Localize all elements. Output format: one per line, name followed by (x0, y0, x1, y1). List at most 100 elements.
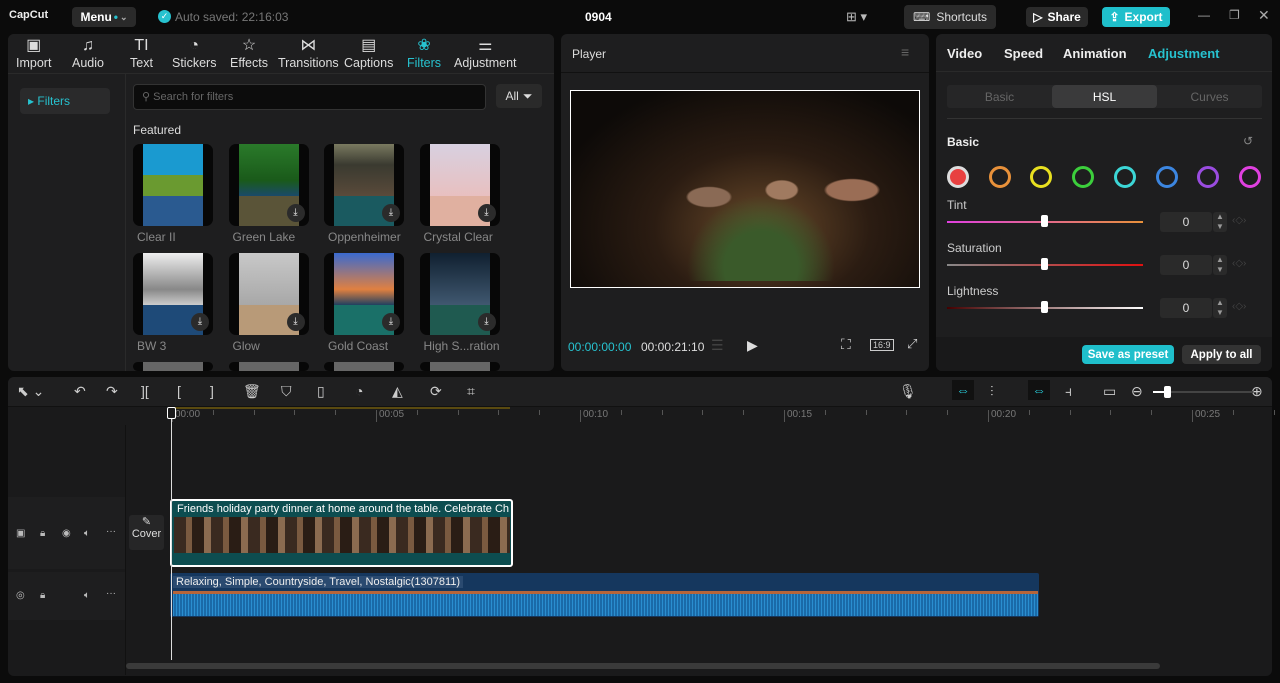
playhead-handle[interactable] (167, 407, 176, 419)
maximize-button[interactable]: ❐ (1229, 8, 1240, 22)
filter-thumbnail[interactable] (419, 362, 500, 371)
rotate-icon[interactable]: ⟳ (430, 383, 442, 400)
waveform-icon[interactable]: ☰ (711, 337, 724, 354)
download-icon[interactable]: ⤓ (382, 204, 400, 222)
filter-thumbnail[interactable]: ⤓ (419, 144, 500, 226)
more-icon[interactable]: ··· (106, 526, 116, 537)
stepper[interactable]: ▲ ▼ (1213, 212, 1227, 232)
hue-swatch[interactable] (1155, 166, 1178, 188)
filter-thumbnail[interactable] (228, 362, 309, 371)
select-icon[interactable]: ⬉ ⌄ (17, 383, 44, 400)
more-icon[interactable]: ··· (106, 588, 116, 599)
delete-icon[interactable]: 🗑︎ (243, 383, 261, 400)
export-button[interactable]: ⇪ Export (1102, 7, 1170, 27)
tab-import[interactable]: ▣ Import (16, 36, 51, 70)
download-icon[interactable]: ⤓ (382, 313, 400, 331)
hue-swatch[interactable] (988, 166, 1011, 188)
filter-all-dropdown[interactable]: All ⏷ (496, 84, 542, 108)
volume-icon[interactable]: 🔈︎ (84, 528, 90, 539)
lightness-value[interactable]: 0 (1160, 298, 1212, 318)
tab-stickers[interactable]: ◔ Stickers (172, 36, 216, 70)
video-preview[interactable] (570, 90, 920, 288)
tab-adjustment[interactable]: Adjustment (1148, 46, 1220, 61)
tab-adjustment[interactable]: ⚌ Adjustment (454, 36, 517, 70)
menu-button[interactable]: Menu • ⌄ (72, 7, 136, 27)
tab-audio[interactable]: ♫ Audio (72, 36, 104, 70)
slider-handle[interactable] (1041, 301, 1048, 313)
crop-icon[interactable]: ⌗ (467, 383, 475, 400)
tab-video[interactable]: Video (947, 46, 982, 61)
subtab-hsl[interactable]: HSL (1052, 85, 1157, 108)
hamburger-menu-icon[interactable]: ≡ (901, 44, 909, 60)
tab-filters[interactable]: ❀ Filters (407, 36, 441, 70)
filter-thumbnail[interactable]: ⤓ (228, 144, 309, 226)
cover-button[interactable]: ✎ Cover (129, 515, 164, 550)
lock-icon[interactable]: 🔒︎ (40, 528, 45, 539)
shortcuts-button[interactable]: ⌨ Shortcuts (904, 5, 996, 29)
download-icon[interactable]: ⤓ (286, 313, 305, 331)
hue-swatch[interactable] (1238, 166, 1261, 188)
tab-speed[interactable]: Speed (1004, 46, 1043, 61)
tab-text[interactable]: TI Text (130, 36, 153, 70)
filter-thumbnail[interactable] (133, 362, 213, 371)
slider-handle[interactable] (1041, 258, 1048, 270)
zoom-fit-icon[interactable]: ⛶ (841, 336, 851, 353)
horizontal-scrollbar[interactable] (126, 663, 1160, 669)
audio-clip[interactable]: Relaxing, Simple, Countryside, Travel, N… (170, 573, 1039, 617)
layout-icon[interactable]: ⊞ ▾ (846, 9, 867, 25)
download-icon[interactable]: ⤓ (477, 204, 496, 222)
keyframe-icon[interactable]: ‹◇› (1232, 258, 1246, 269)
keyframe-icon[interactable]: ‹◇› (1232, 215, 1246, 226)
zoom-out-icon[interactable]: ⊖ (1131, 383, 1143, 400)
filter-thumbnail[interactable]: ⤓ (419, 253, 500, 335)
slider-handle[interactable] (1041, 215, 1048, 227)
share-button[interactable]: ▷ Share (1026, 7, 1088, 27)
hue-swatch[interactable] (1072, 166, 1095, 188)
microphone-icon[interactable]: 🎙︎ (899, 383, 917, 400)
video-clip[interactable]: Friends holiday party dinner at home aro… (170, 499, 513, 567)
tab-captions[interactable]: ▤ Captions (344, 36, 393, 70)
keyframe-icon[interactable]: ‹◇› (1232, 301, 1246, 312)
stepper[interactable]: ▲ ▼ (1213, 298, 1227, 318)
tab-effects[interactable]: ☆ Effects (230, 36, 268, 70)
filter-thumbnail[interactable]: ⤓ (324, 144, 404, 226)
hue-swatch[interactable] (1113, 166, 1136, 188)
speed-icon[interactable]: ◔ (355, 383, 363, 399)
stepper[interactable]: ▲ ▼ (1213, 255, 1227, 275)
reset-icon[interactable]: ↺ (1243, 134, 1253, 148)
volume-icon[interactable]: 🔈︎ (84, 590, 90, 601)
playhead[interactable] (171, 408, 172, 660)
subtab-basic[interactable]: Basic (947, 85, 1052, 108)
filter-thumbnail[interactable] (324, 362, 404, 371)
saturation-value[interactable]: 0 (1160, 255, 1212, 275)
freeze-icon[interactable]: ▯ (317, 383, 325, 400)
tab-animation[interactable]: Animation (1063, 46, 1127, 61)
redo-icon[interactable]: ↷ (106, 383, 118, 400)
minimize-button[interactable]: — (1198, 8, 1210, 22)
filter-thumbnail[interactable] (133, 144, 213, 226)
filter-thumbnail[interactable]: ⤓ (228, 253, 309, 335)
tab-transitions[interactable]: ⋈ Transitions (278, 36, 339, 70)
zoom-slider-handle[interactable] (1164, 386, 1171, 398)
search-input[interactable]: ⚲ Search for filters (133, 84, 486, 110)
marker-icon[interactable]: ⛉ (281, 383, 292, 400)
download-icon[interactable]: ⤓ (477, 313, 496, 331)
tint-value[interactable]: 0 (1160, 212, 1212, 232)
main-track-magnet-icon[interactable]: ⇔ (952, 380, 974, 400)
split-icon[interactable]: ][ (141, 383, 149, 399)
save-as-preset-button[interactable]: Save as preset (1082, 345, 1174, 364)
split-right-icon[interactable]: ] (210, 383, 214, 399)
download-icon[interactable]: ⤓ (286, 204, 305, 222)
filter-thumbnail[interactable]: ⤓ (324, 253, 404, 335)
download-icon[interactable]: ⤓ (191, 313, 209, 331)
play-button[interactable]: ▶ (747, 337, 758, 354)
link-icon[interactable]: ⇔ (1028, 380, 1050, 400)
split-view-icon[interactable]: ⫞ (1065, 383, 1072, 400)
sidebar-item-filters[interactable]: ▸ Filters (20, 88, 110, 114)
undo-icon[interactable]: ↶ (74, 383, 86, 400)
eye-icon[interactable]: ◉ (62, 528, 71, 539)
split-left-icon[interactable]: [ (177, 383, 181, 399)
close-button[interactable]: ✕ (1258, 7, 1270, 24)
lock-icon[interactable]: 🔒︎ (40, 590, 45, 601)
subtab-curves[interactable]: Curves (1157, 85, 1262, 108)
